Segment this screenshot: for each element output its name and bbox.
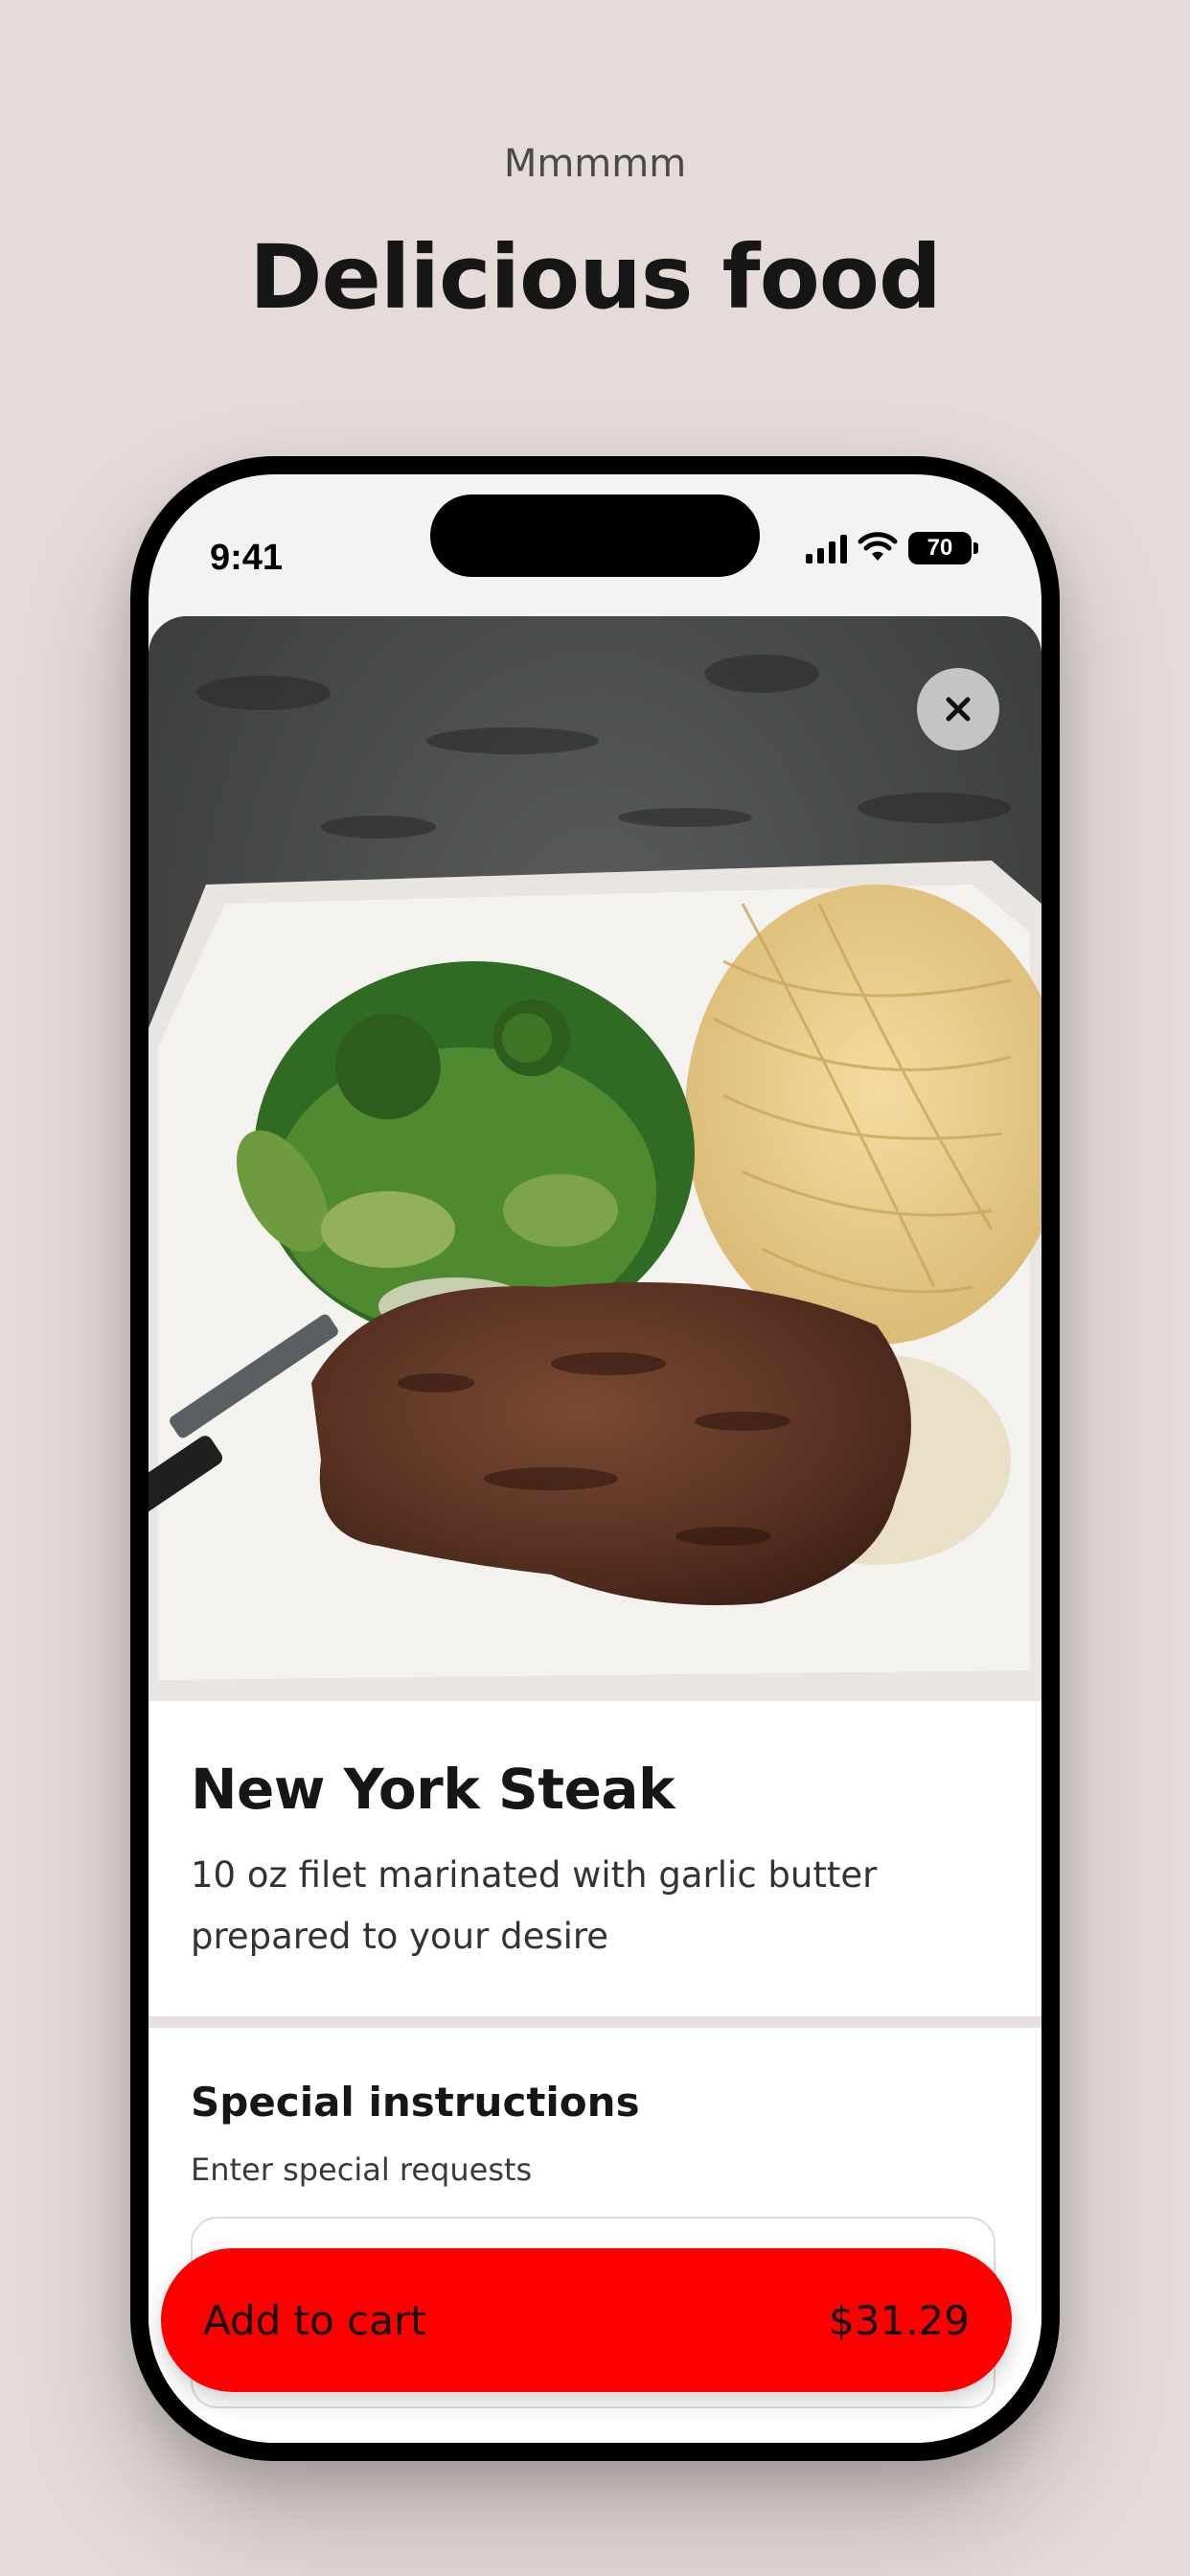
dynamic-island: [430, 494, 760, 577]
status-icons: 70: [806, 532, 978, 564]
phone-frame: 9:41 70 New York Steak 10 oz filet marin…: [130, 456, 1060, 2461]
special-instructions-subtitle: Enter special requests: [191, 2151, 533, 2188]
section-divider: [149, 2016, 1041, 2028]
item-photo: [149, 616, 1041, 1701]
phone-screen: 9:41 70 New York Steak 10 oz filet marin…: [149, 474, 1041, 2443]
wifi-icon: [858, 532, 898, 561]
item-detail-sheet: New York Steak 10 oz filet marinated wit…: [149, 616, 1041, 2443]
steak-plate-photo: [149, 616, 1041, 1701]
status-time: 9:41: [210, 538, 284, 578]
add-to-cart-price: $31.29: [829, 2296, 970, 2344]
page-headline: Delicious food: [249, 226, 942, 329]
add-to-cart-label: Add to cart: [203, 2296, 426, 2344]
battery-icon: 70: [908, 532, 972, 564]
add-to-cart-button[interactable]: Add to cart $31.29: [161, 2248, 1012, 2392]
item-title: New York Steak: [191, 1757, 675, 1822]
battery-tip: [973, 542, 978, 554]
eyebrow-text: Mmmmm: [503, 142, 687, 186]
close-icon: [946, 697, 971, 722]
item-description: 10 oz filet marinated with garlic butter…: [191, 1854, 878, 1957]
close-button[interactable]: [917, 668, 999, 750]
special-instructions-title: Special instructions: [191, 2079, 640, 2126]
signal-icon: [806, 533, 847, 564]
